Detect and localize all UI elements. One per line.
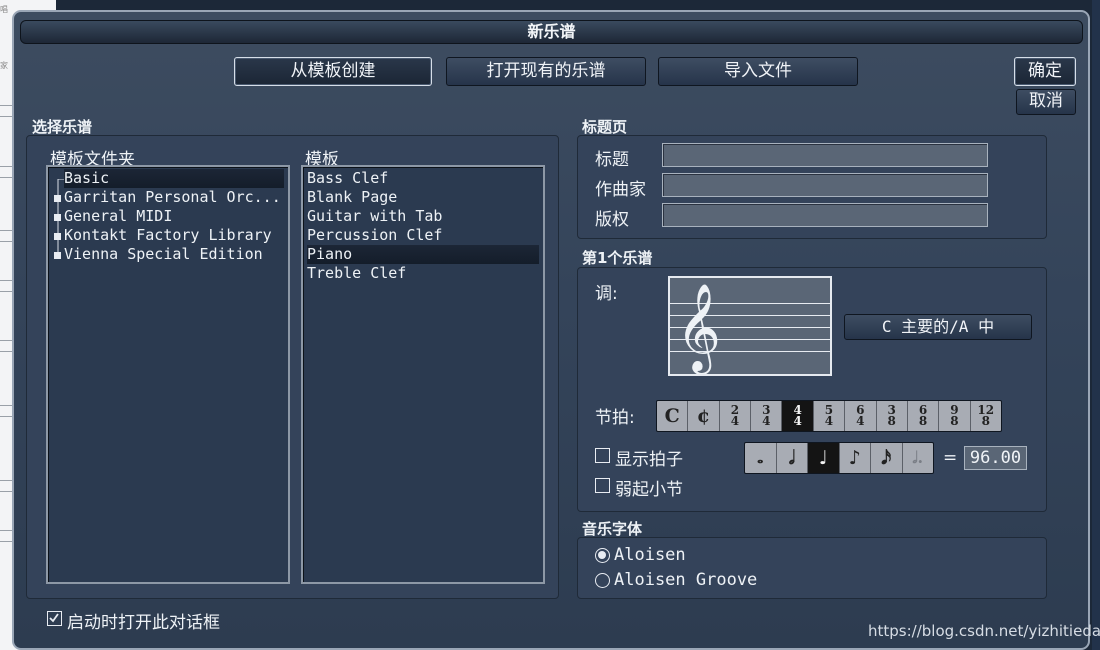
copyright-field[interactable] xyxy=(662,203,988,227)
template-item-percussion[interactable]: Percussion Clef xyxy=(307,226,539,245)
time-sig-3-8-icon[interactable]: 38 xyxy=(877,401,908,431)
font-radio-aloisen[interactable] xyxy=(595,548,610,563)
title-field[interactable] xyxy=(662,143,988,167)
ok-button[interactable]: 确定 xyxy=(1014,57,1076,86)
dotted-half-note-icon[interactable]: 𝅗𝅥. xyxy=(903,443,934,473)
time-sig-cut-icon[interactable]: ¢ xyxy=(688,401,720,431)
watermark-text: https://blog.csdn.net/yizhitiedan xyxy=(868,622,1100,640)
startup-checkbox[interactable] xyxy=(47,611,62,626)
cancel-button[interactable]: 取消 xyxy=(1016,89,1076,115)
tempo-value-field[interactable]: 96.00 xyxy=(964,446,1027,470)
checkmark-icon xyxy=(49,613,59,623)
folder-item-kontakt[interactable]: Kontakt Factory Library xyxy=(64,226,284,245)
template-item-blank-page[interactable]: Blank Page xyxy=(307,188,539,207)
template-list[interactable]: Bass Clef Blank Page Guitar with Tab Per… xyxy=(301,165,545,584)
folder-item-general-midi[interactable]: General MIDI xyxy=(64,207,284,226)
folder-list[interactable]: Basic Garritan Personal Orc... General M… xyxy=(46,165,290,584)
new-score-dialog: 新乐谱 从模板创建 打开现有的乐谱 导入文件 确定 取消 选择乐谱 模板文件夹 … xyxy=(12,10,1090,650)
time-sig-4-4-icon[interactable]: 44 xyxy=(782,401,814,431)
template-item-guitar-tab[interactable]: Guitar with Tab xyxy=(307,207,539,226)
composer-field[interactable] xyxy=(662,173,988,197)
template-item-bass-clef[interactable]: Bass Clef xyxy=(307,169,539,188)
time-sig-9-8-icon[interactable]: 98 xyxy=(939,401,971,431)
time-sig-5-4-icon[interactable]: 54 xyxy=(814,401,846,431)
folder-item-basic[interactable]: Basic xyxy=(64,169,284,188)
font-radio-aloisen-groove[interactable] xyxy=(595,573,610,588)
key-label: 调: xyxy=(595,284,618,304)
key-staff-preview: 𝄞 xyxy=(668,276,832,376)
time-sig-12-8-icon[interactable]: 12 8 xyxy=(971,401,1001,431)
time-sig-common-icon[interactable]: C xyxy=(657,401,689,431)
background-edge xyxy=(1092,0,1100,650)
title-label: 标题 xyxy=(595,150,629,170)
template-item-piano[interactable]: Piano xyxy=(307,245,539,264)
dialog-title: 新乐谱 xyxy=(20,20,1083,44)
folder-item-vienna[interactable]: Vienna Special Edition xyxy=(64,245,284,264)
tempo-equals: = xyxy=(943,448,958,468)
time-signature-label: 节拍: xyxy=(595,408,635,428)
time-signature-selector[interactable]: C ¢ 24 34 44 54 64 38 68 98 12 8 xyxy=(656,400,1002,432)
pickup-measure-label: 弱起小节 xyxy=(615,480,683,500)
composer-label: 作曲家 xyxy=(595,180,646,200)
tab-open-existing[interactable]: 打开现有的乐谱 xyxy=(446,57,646,86)
tempo-note-selector[interactable]: 𝅝 𝅗𝅥 ♩ ♪ 𝅘𝅥𝅯 𝅗𝅥. xyxy=(744,442,934,474)
startup-label: 启动时打开此对话框 xyxy=(67,613,220,633)
tab-import-file[interactable]: 导入文件 xyxy=(658,57,858,86)
half-note-icon[interactable]: 𝅗𝅥 xyxy=(777,443,808,473)
time-sig-6-4-icon[interactable]: 64 xyxy=(845,401,877,431)
time-sig-3-4-icon[interactable]: 34 xyxy=(751,401,783,431)
pickup-measure-checkbox[interactable] xyxy=(595,478,610,493)
show-tempo-label: 显示拍子 xyxy=(615,450,683,470)
template-item-treble-clef[interactable]: Treble Clef xyxy=(307,264,539,283)
folder-item-garritan[interactable]: Garritan Personal Orc... xyxy=(64,188,284,207)
key-signature-select[interactable]: C 主要的/A 中 xyxy=(844,314,1032,340)
font-option-aloisen[interactable]: Aloisen xyxy=(614,545,686,565)
copyright-label: 版权 xyxy=(595,210,629,230)
first-score-heading: 第1个乐谱 xyxy=(582,249,653,267)
background-text: 家 xyxy=(0,61,8,70)
tab-from-template[interactable]: 从模板创建 xyxy=(234,57,432,86)
treble-clef-icon: 𝄞 xyxy=(676,282,721,371)
eighth-note-icon[interactable]: ♪ xyxy=(840,443,871,473)
title-page-heading: 标题页 xyxy=(582,118,628,136)
sixteenth-note-icon[interactable]: 𝅘𝅥𝅯 xyxy=(871,443,903,473)
music-font-heading: 音乐字体 xyxy=(582,520,643,538)
time-sig-6-8-icon[interactable]: 68 xyxy=(908,401,940,431)
select-score-heading: 选择乐谱 xyxy=(32,118,93,136)
background-text: 唱 xyxy=(0,5,8,14)
whole-note-icon[interactable]: 𝅝 xyxy=(745,443,777,473)
show-tempo-checkbox[interactable] xyxy=(595,448,610,463)
time-sig-2-4-icon[interactable]: 24 xyxy=(720,401,752,431)
font-option-aloisen-groove[interactable]: Aloisen Groove xyxy=(614,570,757,590)
quarter-note-icon[interactable]: ♩ xyxy=(808,443,840,473)
